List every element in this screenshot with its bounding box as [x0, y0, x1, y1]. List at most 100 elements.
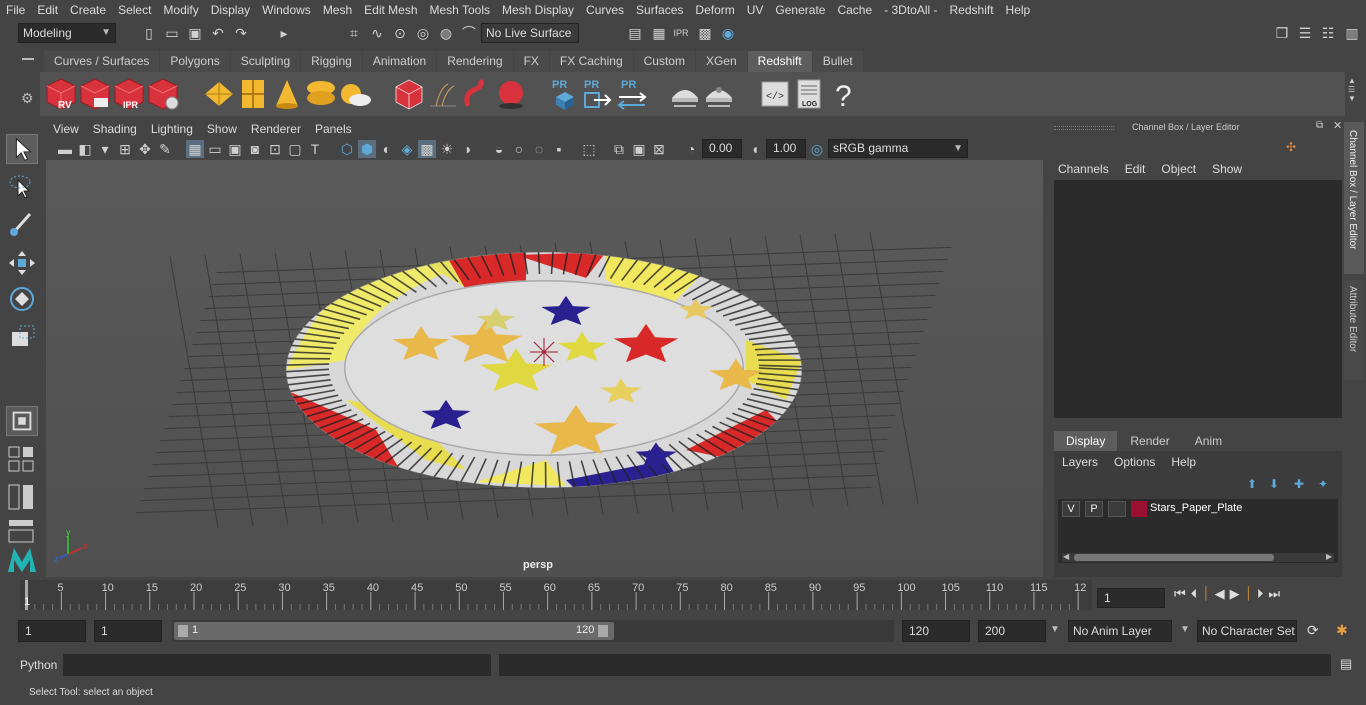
channel-menu-show[interactable]: Show — [1212, 162, 1242, 176]
time-ruler[interactable]: 5 10 15 20 25 30 35 40 45 50 55 60 65 70 75 80 85 90 95 100… — [20, 580, 1092, 610]
menu-edit-mesh[interactable]: Edit Mesh — [358, 0, 423, 20]
playback-start-field[interactable]: 1 — [94, 620, 162, 642]
current-frame-field[interactable]: 1 — [1097, 588, 1165, 608]
render-clapper-icon[interactable] — [78, 76, 112, 112]
step-forward-frame-icon[interactable]: ⏵ — [1257, 586, 1264, 602]
sphere-material-icon[interactable] — [494, 76, 528, 112]
shelf-tab-redshift[interactable]: Redshift — [747, 51, 812, 72]
layout-single-icon[interactable] — [6, 444, 38, 474]
step-forward-key-icon[interactable]: ⏐ — [1245, 586, 1252, 602]
menu-edit[interactable]: Edit — [31, 0, 64, 20]
scroll-thumb[interactable] — [1074, 554, 1274, 561]
layer-row[interactable]: V P Stars_Paper_Plate — [1058, 499, 1338, 519]
layer-tab-display[interactable]: Display — [1054, 431, 1118, 451]
resolution-gate-icon[interactable]: ▣ — [226, 140, 244, 158]
script-editor-icon[interactable]: ▤ — [1340, 656, 1352, 672]
channel-menu-edit[interactable]: Edit — [1125, 162, 1146, 176]
menu-file[interactable]: File — [0, 0, 31, 20]
hair-curves-icon[interactable] — [426, 76, 460, 112]
shelf-tab-curves-surfaces[interactable]: Curves / Surfaces — [44, 51, 160, 72]
snap-grid-icon[interactable]: ⌗ — [345, 24, 363, 42]
snap-point-icon[interactable]: ⊙ — [391, 24, 409, 42]
view-transform-dropdown[interactable]: sRGB gamma ▼ — [828, 139, 968, 158]
menu-uv[interactable]: UV — [741, 0, 770, 20]
proxy-cube-icon[interactable] — [392, 76, 426, 112]
panel-menu-shading[interactable]: Shading — [86, 120, 144, 138]
scroll-left-arrow[interactable]: ◀ — [1063, 552, 1069, 561]
snap-view-icon[interactable]: ◎ — [414, 24, 432, 42]
shelf-tab-sculpting[interactable]: Sculpting — [230, 51, 301, 72]
shelf-tab-bullet[interactable]: Bullet — [812, 51, 863, 72]
sun-sky-icon[interactable] — [338, 76, 372, 112]
scale-tool-icon[interactable] — [6, 322, 38, 352]
menu-mesh-tools[interactable]: Mesh Tools — [424, 0, 496, 20]
chevron-down-icon[interactable]: ▼ — [1180, 624, 1190, 635]
new-layer-selected-icon[interactable]: ✦ — [1318, 477, 1328, 491]
range-handle-start[interactable] — [178, 625, 188, 637]
ipr-render-icon[interactable]: IPR — [112, 76, 146, 112]
lasso-tool-icon[interactable] — [6, 172, 38, 202]
textured-icon[interactable]: ◈ — [398, 140, 416, 158]
ipr-render-icon[interactable]: IPR — [672, 24, 690, 42]
last-tool-icon[interactable] — [6, 406, 38, 436]
range-slider-bar-fill[interactable] — [174, 622, 614, 640]
play-forwards-icon[interactable]: ▶ — [1230, 586, 1240, 602]
character-set-dropdown[interactable]: No Character Set — [1197, 620, 1297, 642]
open-scene-icon[interactable]: ▭ — [163, 24, 181, 42]
menu-deform[interactable]: Deform — [689, 0, 740, 20]
channel-menu-object[interactable]: Object — [1161, 162, 1196, 176]
side-tab-attribute-editor[interactable]: Attribute Editor — [1344, 280, 1364, 380]
hypershade-icon[interactable]: ◉ — [719, 24, 737, 42]
tool-settings-icon[interactable]: ☷ — [1319, 24, 1337, 42]
2d-pan-icon[interactable]: ✥ — [136, 140, 154, 158]
go-to-start-icon[interactable]: ⏮ — [1174, 586, 1186, 602]
layer-menu-options[interactable]: Options — [1114, 455, 1155, 469]
xray-components-icon[interactable]: ◌ — [530, 140, 548, 158]
perspective-viewport[interactable]: x y z persp — [46, 160, 1043, 577]
new-scene-icon[interactable]: ▯ — [140, 24, 158, 42]
step-back-frame-icon[interactable]: ⏴ — [1191, 586, 1198, 602]
render-view-icon[interactable]: ▩ — [696, 24, 714, 42]
menu-redshift[interactable]: Redshift — [944, 0, 1000, 20]
exposure-field[interactable]: 0.00 — [702, 139, 742, 158]
shelf-menu-icon[interactable] — [22, 58, 34, 68]
menu-surfaces[interactable]: Surfaces — [630, 0, 689, 20]
exposure-icon[interactable]: ◔ — [682, 140, 700, 158]
panel-menu-renderer[interactable]: Renderer — [244, 120, 308, 138]
layer-list-scrollbar[interactable]: ◀ ▶ — [1062, 552, 1334, 562]
modeling-toolkit-icon[interactable]: ❒ — [1273, 24, 1291, 42]
script-language-label[interactable]: Python — [20, 658, 57, 672]
close-panel-icon[interactable]: ✕ — [1333, 119, 1342, 132]
pr-cube-icon[interactable]: PR — [548, 76, 582, 112]
channel-list-area[interactable] — [1054, 180, 1342, 418]
lights-icon[interactable]: ☀ — [438, 140, 456, 158]
select-tool-icon[interactable] — [6, 134, 38, 164]
wireframe-icon[interactable]: ⬡ — [338, 140, 356, 158]
animation-end-field[interactable]: 200 — [978, 620, 1046, 642]
gate-mask-icon[interactable]: ◙ — [246, 140, 264, 158]
pr-swap-icon[interactable]: PR — [615, 76, 649, 112]
go-to-end-icon[interactable]: ⏭ — [1268, 586, 1280, 602]
render-frame-icon[interactable]: ▦ — [650, 24, 668, 42]
range-handle-end[interactable] — [598, 625, 608, 637]
shelf-tab-rendering[interactable]: Rendering — [437, 51, 513, 72]
safe-title-icon[interactable]: T — [306, 140, 324, 158]
playback-end-field[interactable]: 120 — [902, 620, 970, 642]
safe-action-icon[interactable]: ▢ — [286, 140, 304, 158]
menu-display[interactable]: Display — [205, 0, 256, 20]
animation-start-field[interactable]: 1 — [18, 620, 86, 642]
frame-all-icon[interactable]: ⧉ — [610, 140, 628, 158]
menu-mesh-display[interactable]: Mesh Display — [496, 0, 580, 20]
camera-attributes-icon[interactable]: ◧ — [76, 140, 94, 158]
undo-icon[interactable]: ↶ — [209, 24, 227, 42]
menu-modify[interactable]: Modify — [157, 0, 204, 20]
area-light-icon[interactable] — [236, 76, 270, 112]
shelf-tab-polygons[interactable]: Polygons — [160, 51, 230, 72]
panel-menu-view[interactable]: View — [46, 120, 86, 138]
xray-icon[interactable]: ◒ — [490, 140, 508, 158]
gamma-icon[interactable]: ◖ — [746, 140, 764, 158]
anim-layer-dropdown[interactable]: No Anim Layer — [1068, 620, 1172, 642]
spot-light-icon[interactable] — [270, 76, 304, 112]
move-layer-up-icon[interactable]: ⬆ — [1247, 477, 1257, 491]
menu-windows[interactable]: Windows — [256, 0, 317, 20]
